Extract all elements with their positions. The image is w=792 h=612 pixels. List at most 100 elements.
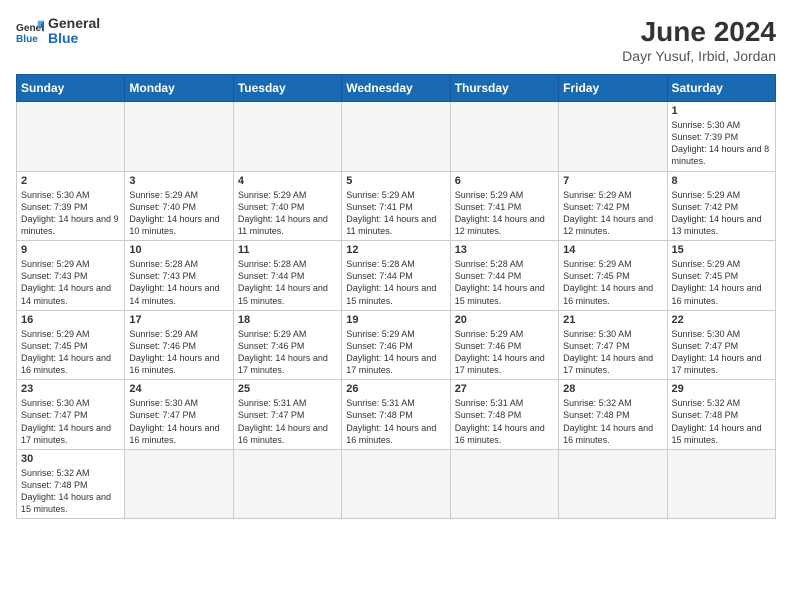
calendar-cell: 12 Sunrise: 5:28 AMSunset: 7:44 PMDayligh… [342, 241, 450, 311]
calendar-cell [667, 449, 775, 519]
day-info: Sunrise: 5:29 AMSunset: 7:45 PMDaylight:… [672, 258, 771, 307]
day-info: Sunrise: 5:29 AMSunset: 7:46 PMDaylight:… [129, 328, 228, 377]
calendar-cell: 5 Sunrise: 5:29 AMSunset: 7:41 PMDaylight… [342, 171, 450, 241]
day-info: Sunrise: 5:29 AMSunset: 7:46 PMDaylight:… [238, 328, 337, 377]
calendar-cell: 10Sunrise: 5:28 AMSunset: 7:43 PMDayligh… [125, 241, 233, 311]
day-info: Sunrise: 5:31 AMSunset: 7:48 PMDaylight:… [455, 397, 554, 446]
day-number: 25 [238, 383, 337, 395]
calendar-row-2: 2 Sunrise: 5:30 AMSunset: 7:39 PMDaylight… [17, 171, 776, 241]
calendar-cell: 11 Sunrise: 5:28 AMSunset: 7:44 PMDayligh… [233, 241, 341, 311]
calendar-row-4: 16 Sunrise: 5:29 AMSunset: 7:45 PMDayligh… [17, 310, 776, 380]
calendar-cell: 3 Sunrise: 5:29 AMSunset: 7:40 PMDaylight… [125, 171, 233, 241]
calendar-cell: 19 Sunrise: 5:29 AMSunset: 7:46 PMDayligh… [342, 310, 450, 380]
calendar-row-5: 23 Sunrise: 5:30 AMSunset: 7:47 PMDayligh… [17, 380, 776, 450]
day-number: 15 [672, 244, 771, 256]
day-number: 30 [21, 453, 120, 465]
calendar-cell [559, 102, 667, 172]
calendar-cell [559, 449, 667, 519]
day-number: 22 [672, 314, 771, 326]
day-info: Sunrise: 5:29 AMSunset: 7:41 PMDaylight:… [346, 189, 445, 238]
day-info: Sunrise: 5:32 AMSunset: 7:48 PMDaylight:… [563, 397, 662, 446]
calendar-cell: 15 Sunrise: 5:29 AMSunset: 7:45 PMDayligh… [667, 241, 775, 311]
day-info: Sunrise: 5:29 AMSunset: 7:42 PMDaylight:… [563, 189, 662, 238]
calendar-cell: 21Sunrise: 5:30 AMSunset: 7:47 PMDayligh… [559, 310, 667, 380]
day-info: Sunrise: 5:32 AMSunset: 7:48 PMDaylight:… [672, 397, 771, 446]
general-blue-logo-icon: General Blue [16, 17, 44, 45]
day-number: 16 [21, 314, 120, 326]
day-number: 5 [346, 175, 445, 187]
day-number: 8 [672, 175, 771, 187]
calendar-cell: 28 Sunrise: 5:32 AMSunset: 7:48 PMDayligh… [559, 380, 667, 450]
calendar-cell [342, 449, 450, 519]
calendar-subtitle: Dayr Yusuf, Irbid, Jordan [622, 48, 776, 64]
calendar-cell [342, 102, 450, 172]
calendar-cell: 22Sunrise: 5:30 AMSunset: 7:47 PMDayligh… [667, 310, 775, 380]
calendar-cell [233, 102, 341, 172]
day-number: 20 [455, 314, 554, 326]
day-info: Sunrise: 5:28 AMSunset: 7:44 PMDaylight:… [455, 258, 554, 307]
calendar-title: June 2024 [622, 16, 776, 48]
day-info: Sunrise: 5:31 AMSunset: 7:48 PMDaylight:… [346, 397, 445, 446]
day-number: 4 [238, 175, 337, 187]
weekday-header-monday: Monday [125, 75, 233, 102]
logo-blue: Blue [48, 31, 100, 46]
day-number: 2 [21, 175, 120, 187]
calendar-cell: 30 Sunrise: 5:32 AMSunset: 7:48 PMDayligh… [17, 449, 125, 519]
day-number: 12 [346, 244, 445, 256]
day-info: Sunrise: 5:31 AMSunset: 7:47 PMDaylight:… [238, 397, 337, 446]
day-number: 19 [346, 314, 445, 326]
logo: General Blue General Blue [16, 16, 100, 47]
calendar-cell [450, 102, 558, 172]
day-number: 1 [672, 105, 771, 117]
day-info: Sunrise: 5:30 AMSunset: 7:47 PMDaylight:… [129, 397, 228, 446]
calendar-cell: 29 Sunrise: 5:32 AMSunset: 7:48 PMDayligh… [667, 380, 775, 450]
day-info: Sunrise: 5:32 AMSunset: 7:48 PMDaylight:… [21, 467, 120, 516]
logo-general: General [48, 16, 100, 31]
day-info: Sunrise: 5:29 AMSunset: 7:45 PMDaylight:… [21, 328, 120, 377]
calendar-cell: 23 Sunrise: 5:30 AMSunset: 7:47 PMDayligh… [17, 380, 125, 450]
calendar-cell: 7Sunrise: 5:29 AMSunset: 7:42 PMDaylight… [559, 171, 667, 241]
day-info: Sunrise: 5:29 AMSunset: 7:40 PMDaylight:… [129, 189, 228, 238]
page-header: General Blue General Blue June 2024 Dayr… [16, 16, 776, 64]
day-info: Sunrise: 5:30 AMSunset: 7:39 PMDaylight:… [21, 189, 120, 238]
day-info: Sunrise: 5:30 AMSunset: 7:47 PMDaylight:… [21, 397, 120, 446]
calendar-cell: 1 Sunrise: 5:30 AMSunset: 7:39 PMDaylight… [667, 102, 775, 172]
calendar-cell: 9Sunrise: 5:29 AMSunset: 7:43 PMDaylight… [17, 241, 125, 311]
day-number: 23 [21, 383, 120, 395]
day-number: 29 [672, 383, 771, 395]
calendar-cell: 2 Sunrise: 5:30 AMSunset: 7:39 PMDaylight… [17, 171, 125, 241]
calendar-cell: 14Sunrise: 5:29 AMSunset: 7:45 PMDayligh… [559, 241, 667, 311]
day-info: Sunrise: 5:28 AMSunset: 7:43 PMDaylight:… [129, 258, 228, 307]
weekday-header-friday: Friday [559, 75, 667, 102]
day-info: Sunrise: 5:29 AMSunset: 7:46 PMDaylight:… [346, 328, 445, 377]
day-number: 28 [563, 383, 662, 395]
day-number: 6 [455, 175, 554, 187]
weekday-header-tuesday: Tuesday [233, 75, 341, 102]
day-info: Sunrise: 5:29 AMSunset: 7:45 PMDaylight:… [563, 258, 662, 307]
calendar-cell: 17Sunrise: 5:29 AMSunset: 7:46 PMDayligh… [125, 310, 233, 380]
calendar-cell: 4 Sunrise: 5:29 AMSunset: 7:40 PMDaylight… [233, 171, 341, 241]
day-info: Sunrise: 5:30 AMSunset: 7:39 PMDaylight:… [672, 119, 771, 168]
calendar-cell [125, 449, 233, 519]
day-number: 26 [346, 383, 445, 395]
day-number: 24 [129, 383, 228, 395]
calendar-cell: 8Sunrise: 5:29 AMSunset: 7:42 PMDaylight… [667, 171, 775, 241]
calendar-cell [233, 449, 341, 519]
day-info: Sunrise: 5:28 AMSunset: 7:44 PMDaylight:… [238, 258, 337, 307]
day-info: Sunrise: 5:28 AMSunset: 7:44 PMDaylight:… [346, 258, 445, 307]
day-number: 3 [129, 175, 228, 187]
svg-text:Blue: Blue [16, 34, 38, 45]
calendar-cell: 27Sunrise: 5:31 AMSunset: 7:48 PMDayligh… [450, 380, 558, 450]
calendar-cell: 18Sunrise: 5:29 AMSunset: 7:46 PMDayligh… [233, 310, 341, 380]
calendar-cell [450, 449, 558, 519]
calendar-cell: 6 Sunrise: 5:29 AMSunset: 7:41 PMDaylight… [450, 171, 558, 241]
calendar-cell: 25 Sunrise: 5:31 AMSunset: 7:47 PMDayligh… [233, 380, 341, 450]
day-info: Sunrise: 5:29 AMSunset: 7:46 PMDaylight:… [455, 328, 554, 377]
calendar-cell: 26 Sunrise: 5:31 AMSunset: 7:48 PMDayligh… [342, 380, 450, 450]
day-number: 9 [21, 244, 120, 256]
day-number: 11 [238, 244, 337, 256]
calendar-header-row: SundayMondayTuesdayWednesdayThursdayFrid… [17, 75, 776, 102]
calendar-row-6: 30 Sunrise: 5:32 AMSunset: 7:48 PMDayligh… [17, 449, 776, 519]
day-info: Sunrise: 5:29 AMSunset: 7:41 PMDaylight:… [455, 189, 554, 238]
day-info: Sunrise: 5:29 AMSunset: 7:40 PMDaylight:… [238, 189, 337, 238]
